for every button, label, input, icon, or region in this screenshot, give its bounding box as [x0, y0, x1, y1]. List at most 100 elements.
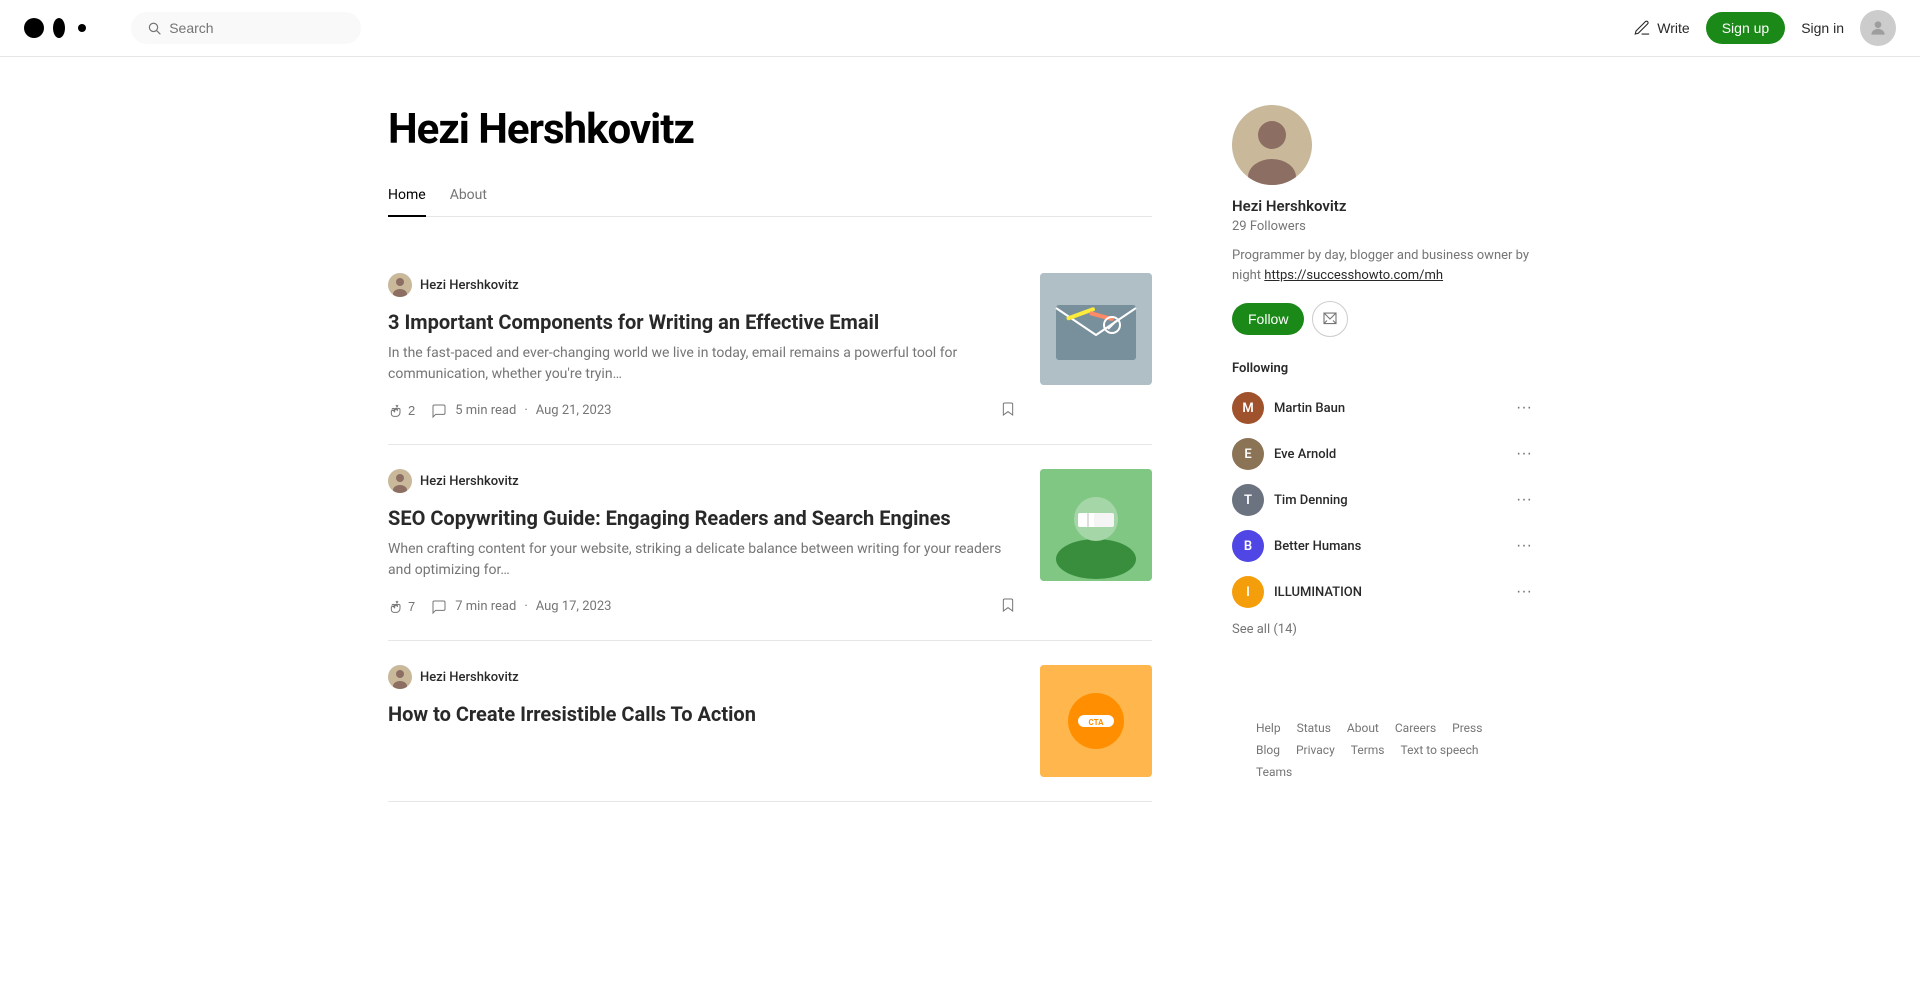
- article-date: Aug 17, 2023: [536, 599, 612, 614]
- user-avatar[interactable]: [1860, 10, 1896, 46]
- clap-icon: [388, 599, 404, 615]
- search-icon: [147, 20, 161, 36]
- medium-logo-svg: [24, 13, 99, 43]
- footer-link[interactable]: Terms: [1351, 743, 1385, 757]
- footer-link[interactable]: Teams: [1256, 765, 1292, 779]
- following-more-button[interactable]: ···: [1516, 399, 1532, 417]
- following-name[interactable]: ILLUMINATION: [1274, 585, 1362, 600]
- following-name[interactable]: Tim Denning: [1274, 493, 1348, 508]
- following-avatar: M: [1232, 392, 1264, 424]
- following-list: M Martin Baun ··· E Eve Arnold ··· T Tim…: [1232, 392, 1532, 608]
- clap-button[interactable]: 2: [388, 403, 415, 419]
- article-title[interactable]: SEO Copywriting Guide: Engaging Readers …: [388, 505, 1016, 531]
- article-author-avatar: [388, 665, 412, 689]
- search-input[interactable]: [169, 20, 345, 36]
- comment-icon: [431, 403, 447, 419]
- following-item: I ILLUMINATION ···: [1232, 576, 1532, 608]
- sidebar-bio-link[interactable]: https://successhowto.com/mh: [1264, 268, 1443, 283]
- sidebar-avatar-image: [1232, 105, 1312, 185]
- article-thumbnail: [1040, 469, 1152, 581]
- article-card: Hezi Hershkovitz How to Create Irresisti…: [388, 641, 1152, 802]
- page-container: Hezi Hershkovitz Home About Hezi Hershko…: [364, 57, 1556, 851]
- navbar-left: [24, 12, 361, 44]
- medium-logo[interactable]: [24, 13, 99, 43]
- article-author-name: Hezi Hershkovitz: [420, 474, 519, 489]
- comment-icon: [431, 599, 447, 615]
- following-item-left: M Martin Baun: [1232, 392, 1345, 424]
- following-name[interactable]: Martin Baun: [1274, 401, 1345, 416]
- footer-link[interactable]: About: [1347, 721, 1379, 735]
- save-button[interactable]: [1000, 401, 1016, 420]
- comment-button[interactable]: [431, 403, 447, 419]
- article-author-name: Hezi Hershkovitz: [420, 278, 519, 293]
- following-more-button[interactable]: ···: [1516, 445, 1532, 463]
- article-avatar-img: [388, 665, 412, 689]
- following-name[interactable]: Eve Arnold: [1274, 447, 1336, 462]
- article-title[interactable]: 3 Important Components for Writing an Ef…: [388, 309, 1016, 335]
- footer-link[interactable]: Help: [1256, 721, 1281, 735]
- article-card: Hezi Hershkovitz SEO Copywriting Guide: …: [388, 445, 1152, 641]
- following-more-button[interactable]: ···: [1516, 537, 1532, 555]
- article-footer-actions: 7: [388, 599, 447, 615]
- article-thumbnail: CTA: [1040, 665, 1152, 777]
- following-item: B Better Humans ···: [1232, 530, 1532, 562]
- footer-link[interactable]: Text to speech: [1400, 743, 1478, 757]
- navbar: Write Sign up Sign in: [0, 0, 1920, 57]
- footer-link[interactable]: Blog: [1256, 743, 1280, 757]
- site-footer: Help Status About Careers Press Blog Privacy Te…: [1232, 697, 1532, 803]
- following-item: E Eve Arnold ···: [1232, 438, 1532, 470]
- following-name[interactable]: Better Humans: [1274, 539, 1361, 554]
- subscribe-button[interactable]: [1312, 301, 1348, 337]
- page-title: Hezi Hershkovitz: [388, 105, 1152, 154]
- clap-button[interactable]: 7: [388, 599, 415, 615]
- user-icon: [1868, 18, 1888, 38]
- footer-link[interactable]: Privacy: [1296, 743, 1335, 757]
- follow-button[interactable]: Follow: [1232, 303, 1304, 335]
- write-button[interactable]: Write: [1633, 19, 1689, 37]
- article-meta-top: Hezi Hershkovitz: [388, 665, 1016, 689]
- article-avatar-img: [388, 469, 412, 493]
- following-avatar: I: [1232, 576, 1264, 608]
- svg-text:CTA: CTA: [1088, 718, 1104, 727]
- thumbnail-illustration: CTA: [1040, 665, 1152, 777]
- article-footer-left: 2 5 min read · Aug 21, 2023: [388, 403, 611, 419]
- article-excerpt: When crafting content for your website, …: [388, 539, 1016, 581]
- tab-home[interactable]: Home: [388, 187, 426, 217]
- article-title[interactable]: How to Create Irresistible Calls To Acti…: [388, 701, 1016, 727]
- write-icon: [1633, 19, 1651, 37]
- footer-link[interactable]: Press: [1452, 721, 1482, 735]
- article-content: Hezi Hershkovitz 3 Important Components …: [388, 273, 1016, 420]
- following-more-button[interactable]: ···: [1516, 583, 1532, 601]
- article-author-avatar: [388, 469, 412, 493]
- signup-button[interactable]: Sign up: [1706, 12, 1785, 44]
- following-avatar: B: [1232, 530, 1264, 562]
- article-footer-left: 7 7 min read · Aug 17, 2023: [388, 599, 611, 615]
- following-more-button[interactable]: ···: [1516, 491, 1532, 509]
- main-content: Hezi Hershkovitz Home About Hezi Hershko…: [388, 105, 1152, 803]
- sidebar-followers: 29 Followers: [1232, 219, 1532, 234]
- footer-link[interactable]: Careers: [1395, 721, 1436, 735]
- sidebar-author-avatar: [1232, 105, 1312, 185]
- signin-button[interactable]: Sign in: [1801, 20, 1844, 36]
- sidebar-actions: Follow: [1232, 301, 1532, 337]
- following-item-left: I ILLUMINATION: [1232, 576, 1362, 608]
- tab-about[interactable]: About: [450, 187, 487, 217]
- following-item-left: E Eve Arnold: [1232, 438, 1336, 470]
- save-button[interactable]: [1000, 597, 1016, 616]
- sidebar-author-name: Hezi Hershkovitz: [1232, 197, 1532, 215]
- article-meta-top: Hezi Hershkovitz: [388, 273, 1016, 297]
- article-content: Hezi Hershkovitz How to Create Irresisti…: [388, 665, 1016, 777]
- thumbnail-illustration: [1040, 273, 1152, 385]
- save-icon: [1000, 597, 1016, 613]
- subscribe-icon: [1321, 310, 1339, 328]
- article-read-time: 5 min read: [455, 403, 516, 418]
- search-bar[interactable]: [131, 12, 361, 44]
- see-all-link[interactable]: See all (14): [1232, 622, 1532, 637]
- footer-link[interactable]: Status: [1297, 721, 1331, 735]
- article-author-name: Hezi Hershkovitz: [420, 670, 519, 685]
- article-meta-top: Hezi Hershkovitz: [388, 469, 1016, 493]
- article-thumbnail: [1040, 273, 1152, 385]
- following-section-title: Following: [1232, 361, 1532, 376]
- articles-list: Hezi Hershkovitz 3 Important Components …: [388, 249, 1152, 802]
- comment-button[interactable]: [431, 599, 447, 615]
